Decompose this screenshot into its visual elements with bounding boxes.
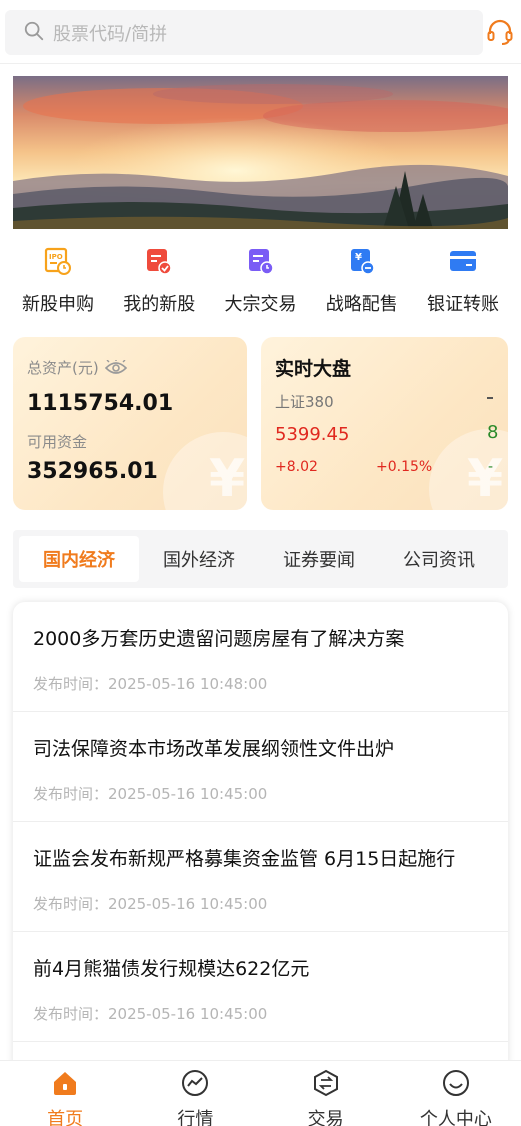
news-tabs: 国内经济 国外经济 证券要闻 公司资讯 [13, 530, 508, 588]
news-item[interactable]: 前4月熊猫债发行规模达622亿元 发布时间：2025-05-16 10:45:0… [13, 932, 508, 1042]
search-icon [23, 20, 45, 46]
market-card[interactable]: ¥ 实时大盘 上证380 5399.45 +8.02 +0.15% 8 - [261, 337, 508, 510]
tab-company-news[interactable]: 公司资讯 [379, 536, 499, 582]
eye-icon[interactable] [104, 358, 127, 376]
next-index-fragment [487, 397, 493, 399]
news-time: 发布时间：2025-05-16 10:45:00 [33, 1005, 268, 1023]
news-title: 前4月熊猫债发行规模达622亿元 [33, 958, 310, 980]
doc-check-icon [144, 246, 174, 276]
news-time: 发布时间：2025-05-16 10:48:00 [33, 675, 268, 693]
exchange-icon [312, 1069, 340, 1101]
total-assets-label: 总资产(元) [27, 357, 127, 378]
nav-label: 首页 [47, 1109, 84, 1126]
search-input[interactable]: 股票代码/简拼 [5, 10, 483, 55]
svg-text:IPO: IPO [49, 253, 63, 261]
total-assets-value: 1115754.01 [27, 391, 174, 416]
shortcut-label: 银证转账 [427, 294, 499, 315]
asset-card[interactable]: ¥ 总资产(元) 1115754.01 可用资金 352965.01 [13, 337, 247, 510]
index-name: 上证380 [275, 393, 334, 411]
doc-clock-icon [246, 246, 276, 276]
shortcut-label: 战略配售 [325, 294, 398, 315]
news-time: 发布时间：2025-05-16 10:45:00 [33, 895, 268, 913]
nav-label: 交易 [307, 1109, 344, 1126]
available-funds-label: 可用资金 [27, 433, 88, 451]
svg-text:¥: ¥ [355, 252, 362, 263]
available-funds-value: 352965.01 [27, 459, 158, 484]
shortcut-strategic-placement[interactable]: ¥ 战略配售 [312, 246, 412, 326]
shortcut-label: 大宗交易 [224, 294, 297, 315]
banner-image[interactable] [13, 76, 508, 229]
yen-watermark-icon: ¥ [467, 449, 504, 509]
headset-icon[interactable] [486, 18, 514, 46]
bottom-nav: 首页 行情 交易 个人中心 [0, 1060, 521, 1126]
tab-domestic-economy[interactable]: 国内经济 [19, 536, 139, 582]
smile-icon [442, 1069, 470, 1101]
top-bar: 股票代码/简拼 [0, 0, 521, 64]
yen-doc-icon: ¥ [347, 246, 377, 276]
shortcut-label: 新股申购 [22, 294, 94, 315]
chart-icon [181, 1069, 209, 1101]
news-title: 2000多万套历史遗留问题房屋有了解决方案 [33, 628, 405, 650]
next-index-change-fragment: - [488, 459, 494, 475]
market-title: 实时大盘 [275, 358, 352, 380]
nav-trade[interactable]: 交易 [261, 1061, 391, 1126]
news-item[interactable]: 司法保障资本市场改革发展纲领性文件出炉 发布时间：2025-05-16 10:4… [13, 712, 508, 822]
card-icon [448, 246, 478, 276]
index-change: +8.02 [275, 459, 318, 475]
news-title: 司法保障资本市场改革发展纲领性文件出炉 [33, 738, 395, 760]
shortcut-ipo-subscribe[interactable]: IPO 新股申购 [8, 246, 108, 326]
index-price: 5399.45 [275, 424, 350, 445]
nav-market[interactable]: 行情 [130, 1061, 260, 1126]
yen-watermark-icon: ¥ [209, 449, 246, 509]
index-change-pct: +0.15% [376, 459, 433, 475]
nav-label: 个人中心 [419, 1109, 492, 1126]
news-item[interactable]: 2000多万套历史遗留问题房屋有了解决方案 发布时间：2025-05-16 10… [13, 602, 508, 712]
nav-label: 行情 [177, 1109, 214, 1126]
shortcut-bar: IPO 新股申购 我的新股 大宗交易 ¥ 战略配售 银证转账 [0, 246, 521, 326]
news-title: 证监会发布新规严格募集资金监管 6月15日起施行 [33, 848, 456, 870]
tab-securities-news[interactable]: 证券要闻 [259, 536, 379, 582]
nav-profile[interactable]: 个人中心 [391, 1061, 521, 1126]
tab-foreign-economy[interactable]: 国外经济 [139, 536, 259, 582]
shortcut-bank-transfer[interactable]: 银证转账 [413, 246, 513, 326]
shortcut-block-trade[interactable]: 大宗交易 [211, 246, 311, 326]
search-placeholder: 股票代码/简拼 [53, 23, 168, 45]
news-list: 2000多万套历史遗留问题房屋有了解决方案 发布时间：2025-05-16 10… [13, 602, 508, 1072]
news-time: 发布时间：2025-05-16 10:45:00 [33, 785, 268, 803]
ipo-clock-icon: IPO [43, 246, 73, 276]
next-index-price-fragment: 8 [487, 422, 499, 443]
total-assets-label-text: 总资产(元) [27, 359, 99, 377]
news-item[interactable]: 证监会发布新规严格募集资金监管 6月15日起施行 发布时间：2025-05-16… [13, 822, 508, 932]
nav-home[interactable]: 首页 [0, 1061, 130, 1126]
home-icon [51, 1069, 79, 1101]
shortcut-label: 我的新股 [123, 294, 196, 315]
shortcut-my-ipo[interactable]: 我的新股 [109, 246, 209, 326]
